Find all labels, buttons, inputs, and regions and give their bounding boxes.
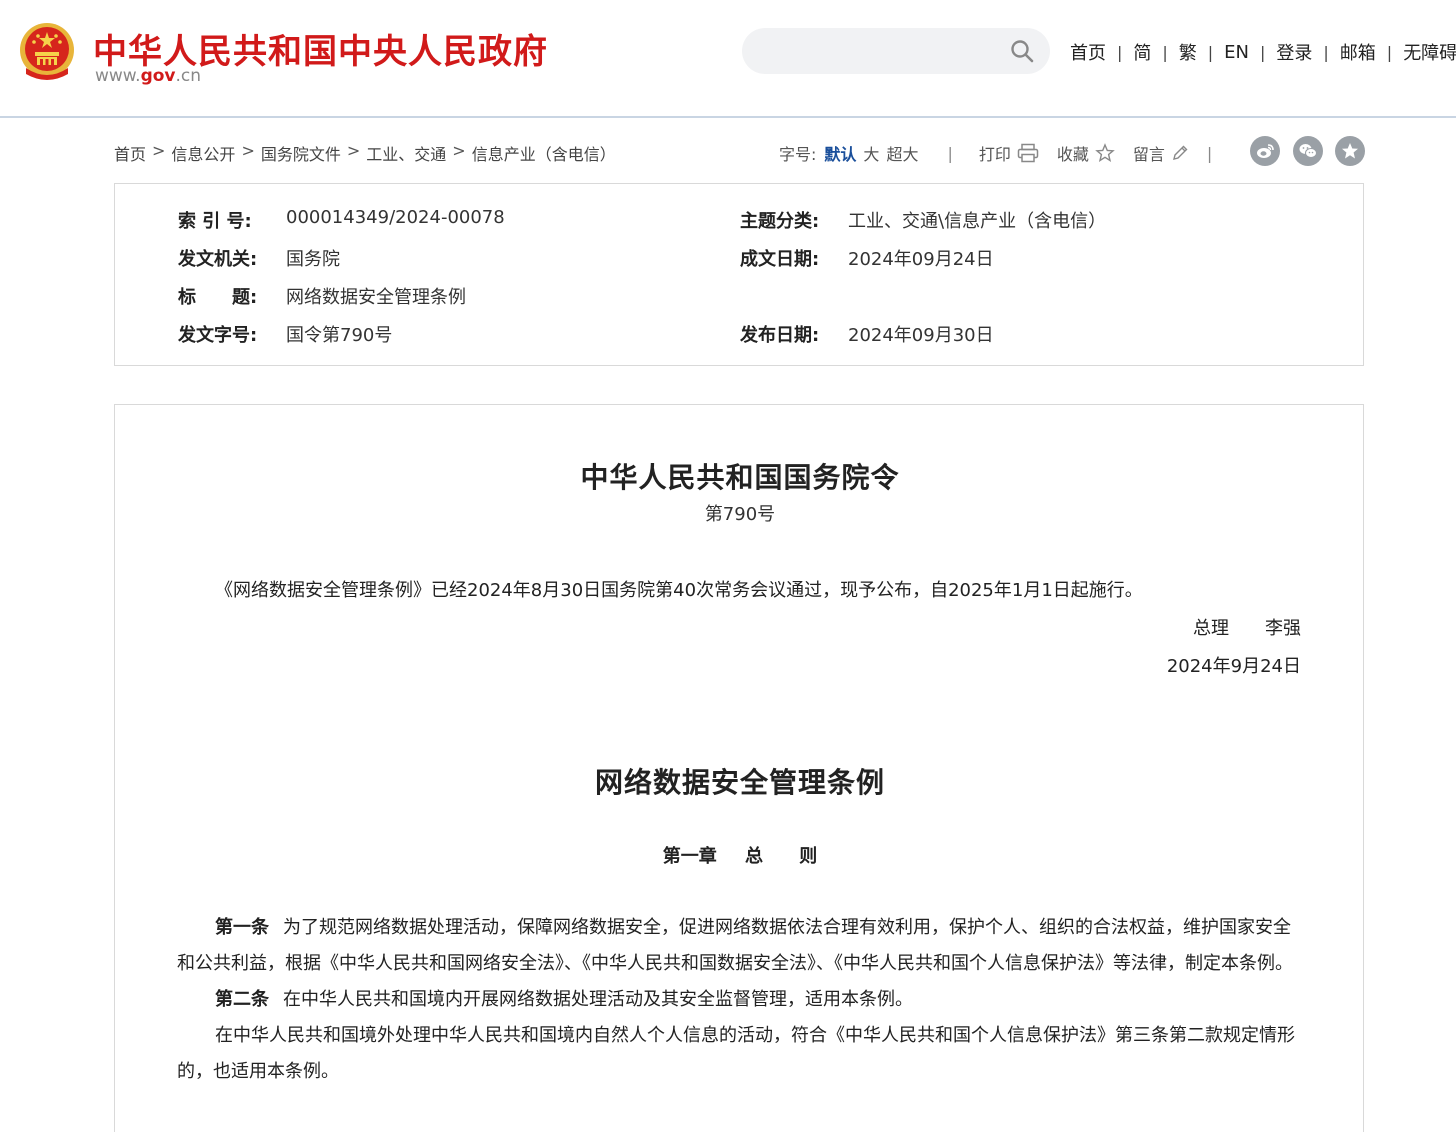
article-1: 第一条 为了规范网络数据处理活动，保障网络数据安全，促进网络数据依法合理有效利用，… [177,910,1305,982]
meta-date-written-value: 2024年09月24日 [848,249,994,270]
meta-doc-no-value: 国令第790号 [286,325,393,346]
comment-button[interactable]: 留言 [1133,141,1189,165]
url-suffix: .cn [175,66,202,86]
nav-separator: | [1323,42,1329,62]
share-wechat-button[interactable] [1293,136,1323,166]
nav-english[interactable]: EN [1222,42,1251,63]
meta-doc-no-label: 发文字号: [178,325,258,346]
font-size-default[interactable]: 默认 [824,141,856,165]
meta-topic-label: 主题分类: [740,211,820,232]
meta-index-label: 索 引 号: [178,211,252,232]
meta-topic-value: 工业、交通\信息产业（含电信） [848,211,1107,232]
meta-doc-no: 发文字号: 国令第790号 [178,321,392,347]
order-title: 中华人民共和国国务院令 [580,461,900,494]
breadcrumb-info-industry[interactable]: 信息产业（含电信） [472,141,616,165]
favorite-label: 收藏 [1056,145,1089,164]
regulation-title: 网络数据安全管理条例 [594,766,885,799]
nav-separator: | [1260,42,1266,62]
pencil-icon [1172,145,1188,160]
meta-index-value: 000014349/2024-00078 [286,207,505,228]
nav-simplified[interactable]: 简 [1131,39,1153,65]
breadcrumb-separator: > [452,141,466,160]
meta-issuer-value: 国务院 [286,249,340,270]
article-body: 中华人民共和国国务院令 第790号 《网络数据安全管理条例》已经2024年8月3… [114,404,1364,1132]
meta-topic: 主题分类: 工业、交通\信息产业（含电信） [740,207,1106,233]
star-icon [1342,143,1358,159]
meta-issuer: 发文机关: 国务院 [178,245,340,271]
article-1-text: 为了规范网络数据处理活动，保障网络数据安全，促进网络数据依法合理有效利用，保护个… [177,917,1293,974]
chapter-number: 第一章 [662,846,717,867]
meta-title: 标 题: 网络数据安全管理条例 [178,283,466,309]
nav-login[interactable]: 登录 [1274,39,1314,65]
meta-publish-date: 发布日期: 2024年09月30日 [740,321,994,347]
chapter-heading: 第一章 总 则 [115,842,1365,868]
share-weibo-button[interactable] [1250,136,1280,166]
tools-separator: | [1206,143,1213,163]
breadcrumb-home[interactable]: 首页 [114,141,146,165]
breadcrumb-separator: > [346,141,361,160]
document-metadata-box: 索 引 号: 000014349/2024-00078 主题分类: 工业、交通\… [114,183,1364,366]
meta-publish-date-label: 发布日期: [740,325,820,346]
share-favorite-button[interactable] [1335,136,1365,166]
nav-separator: | [1117,42,1123,62]
breadcrumb-state-council-docs[interactable]: 国务院文件 [261,141,341,165]
search-icon[interactable] [1010,39,1034,63]
nav-mail[interactable]: 邮箱 [1338,39,1378,65]
favorite-button[interactable]: 收藏 [1057,141,1115,165]
article-text: 第一条 为了规范网络数据处理活动，保障网络数据安全，促进网络数据依法合理有效利用，… [177,910,1305,1090]
print-label: 打印 [978,145,1011,164]
url-prefix: www. [95,66,141,86]
meta-title-value: 网络数据安全管理条例 [286,287,466,308]
star-outline-icon [1095,143,1115,163]
site-url[interactable]: www.gov.cn [95,66,201,86]
nav-home[interactable]: 首页 [1068,39,1108,65]
sign-date: 2024年9月24日 [1166,656,1301,677]
breadcrumb-info-public[interactable]: 信息公开 [171,141,235,165]
chapter-name-2: 则 [799,846,818,867]
font-size-xlarge[interactable]: 超大 [886,141,918,165]
meta-issuer-label: 发文机关: [178,249,258,270]
top-nav: 首页 | 简 | 繁 | EN | 登录 | 邮箱 | 无障碍 [1068,39,1456,65]
breadcrumb: 首页 > 信息公开 > 国务院文件 > 工业、交通 > 信息产业（含电信） [114,141,616,165]
breadcrumb-separator: > [152,141,166,160]
promulgation-text: 《网络数据安全管理条例》已经2024年8月30日国务院第40次常务会议通过，现予… [215,580,1143,601]
weibo-icon [1257,144,1274,158]
article-2: 第二条 在中华人民共和国境内开展网络数据处理活动及其安全监督管理，适用本条例。 [177,982,1305,1018]
meta-index: 索 引 号: 000014349/2024-00078 [178,207,505,233]
meta-publish-date-value: 2024年09月30日 [848,325,994,346]
comment-label: 留言 [1132,145,1165,164]
printer-icon [1017,143,1039,163]
signer: 总理 李强 [1193,618,1301,639]
nav-separator: | [1162,42,1168,62]
national-emblem-icon[interactable] [18,20,76,84]
breadcrumb-separator: > [241,141,255,160]
search-input[interactable] [762,28,1002,74]
order-number: 第790号 [704,504,776,525]
search-box [742,28,1050,74]
article-2-text: 在中华人民共和国境内开展网络数据处理活动及其安全监督管理，适用本条例。 [283,989,913,1010]
article-2-para-2: 在中华人民共和国境外处理中华人民共和国境内自然人个人信息的活动，符合《中华人民共… [177,1025,1295,1082]
meta-date-written: 成文日期: 2024年09月24日 [740,245,994,271]
tools-separator: | [947,143,953,163]
page-tools: 字号: 默认 大 超大 | 打印 收藏 留言 | [779,141,1212,165]
meta-date-written-label: 成文日期: [740,249,820,270]
article-2-label: 第二条 [215,989,269,1010]
breadcrumb-industry-transport[interactable]: 工业、交通 [366,141,446,165]
article-1-label: 第一条 [215,917,269,938]
url-gov: gov [140,66,176,86]
wechat-icon [1299,144,1317,158]
font-size-label: 字号: [779,145,817,164]
meta-title-label: 标 题: [178,287,258,308]
chapter-name-1: 总 [745,846,763,867]
font-size-large[interactable]: 大 [863,141,879,165]
nav-traditional[interactable]: 繁 [1177,39,1199,65]
nav-separator: | [1207,42,1214,62]
nav-accessibility[interactable]: 无障碍 [1401,39,1456,65]
print-button[interactable]: 打印 [979,141,1039,165]
nav-separator: | [1386,42,1393,62]
site-header: 中华人民共和国中央人民政府 www.gov.cn 首页 | 简 | 繁 | EN… [0,0,1456,118]
